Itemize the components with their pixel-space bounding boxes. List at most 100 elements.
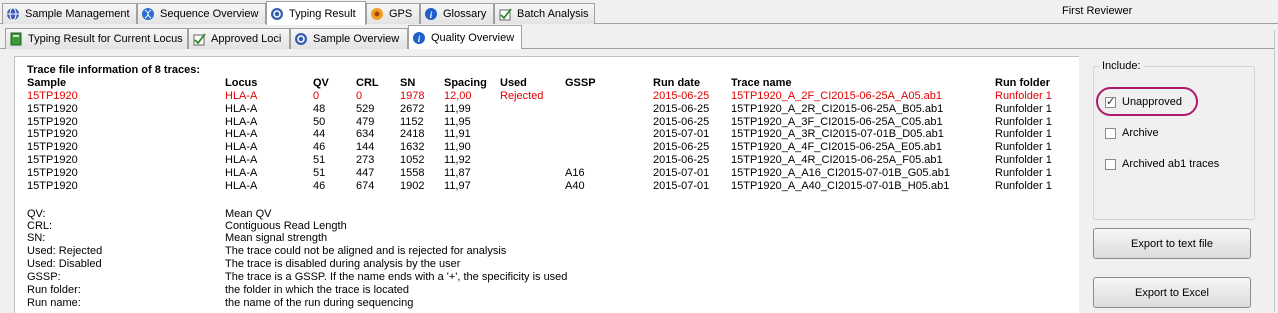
tab-label: Batch Analysis [517, 8, 589, 20]
cell-trace-name: 15TP1920_A_4F_CI2015-06-25A_E05.ab1 [731, 141, 942, 154]
cell-trace-name: 15TP1920_A_3F_CI2015-06-25A_C05.ab1 [731, 115, 943, 128]
cell-run-folder: Runfolder 1 [995, 115, 1052, 128]
cell-used: Rejected [500, 90, 544, 102]
export-text-button[interactable]: Export to text file [1093, 228, 1251, 259]
trace-info-heading: Trace file information of 8 traces: [27, 64, 200, 76]
legend-value: Mean signal strength [225, 232, 328, 244]
archived-ab1-checkbox[interactable]: Archived ab1 traces [1105, 158, 1219, 170]
cell-qv: 46 [313, 141, 326, 154]
cell-spacing: 12,00 [444, 90, 472, 102]
tab-label: GPS [389, 8, 413, 20]
tab-label: Approved Loci [211, 33, 282, 45]
cell-run-date: 2015-07-01 [653, 128, 710, 141]
cell-qv: 51 [313, 154, 326, 166]
include-label: Include: [1100, 60, 1143, 72]
cell-locus: HLA-A [225, 179, 258, 192]
col-locus: Locus [225, 77, 258, 89]
unapproved-checkbox[interactable]: Unapproved [1105, 95, 1182, 108]
legend-key: Run name: [27, 297, 81, 309]
tab-label: Typing Result [289, 7, 356, 20]
cell-crl: 529 [356, 102, 375, 115]
cell-run-folder: Runfolder 1 [995, 166, 1052, 179]
checklist-icon [499, 8, 512, 21]
cell-crl: 0 [356, 90, 363, 102]
cell-run-date: 2015-07-01 [653, 166, 710, 179]
cell-run-date: 2015-06-25 [653, 141, 710, 154]
info-icon: i [413, 31, 425, 44]
col-trace-name: Trace name [731, 77, 792, 89]
tab-approved-loci[interactable]: Approved Loci [188, 28, 290, 49]
cell-crl: 144 [356, 141, 375, 154]
checkbox-label: Unapproved [1122, 96, 1182, 108]
cell-qv: 51 [313, 166, 326, 179]
scrollbar-edge [1274, 30, 1278, 312]
checkbox-box[interactable] [1105, 158, 1116, 170]
tab-label: Glossary [443, 8, 487, 20]
tab-sequence-overview[interactable]: Sequence Overview [137, 3, 266, 24]
cell-sample: 15TP1920 [27, 115, 78, 128]
cell-run-date: 2015-06-25 [653, 90, 710, 102]
cell-sn: 1152 [400, 115, 424, 128]
gps-icon [371, 8, 383, 20]
cell-sample: 15TP1920 [27, 90, 78, 102]
cell-crl: 634 [356, 128, 375, 141]
tab-batch-analysis[interactable]: Batch Analysis [494, 3, 595, 24]
tab-label: Sample Management [25, 8, 130, 20]
col-qv: QV [313, 77, 329, 89]
tab-glossary[interactable]: i Glossary [420, 3, 494, 24]
cell-locus: HLA-A [225, 90, 258, 102]
cell-crl: 447 [356, 166, 375, 179]
cell-run-folder: Runfolder 1 [995, 141, 1052, 154]
cell-spacing: 11,95 [444, 115, 471, 128]
col-spacing: Spacing [444, 77, 487, 89]
cell-spacing: 11,92 [444, 154, 471, 166]
cell-spacing: 11,91 [444, 128, 471, 141]
cell-qv: 44 [313, 128, 326, 141]
legend-key: GSSP: [27, 271, 61, 283]
main-tab-bar: Sample Management Sequence Overview Typi… [0, 0, 1278, 25]
cell-sample: 15TP1920 [27, 128, 78, 141]
cell-sample: 15TP1920 [27, 154, 78, 166]
cell-run-folder: Runfolder 1 [995, 128, 1052, 141]
sub-tab-bar: Typing Result for Current Locus Approved… [0, 24, 1278, 49]
cell-trace-name: 15TP1920_A_2R_CI2015-06-25A_B05.ab1 [731, 102, 944, 115]
dna-icon [142, 8, 154, 20]
cell-locus: HLA-A [225, 154, 258, 166]
checkbox-label: Archive [1122, 127, 1159, 139]
cell-locus: HLA-A [225, 166, 258, 179]
cell-qv: 46 [313, 179, 326, 192]
legend-value: The trace is disabled during analysis by… [225, 258, 461, 270]
col-crl: CRL [356, 77, 379, 89]
cell-trace-name: 15TP1920_A_4R_CI2015-06-25A_F05.ab1 [731, 154, 943, 166]
cell-crl: 674 [356, 179, 375, 192]
legend-value: the name of the run during sequencing [225, 297, 414, 309]
cell-locus: HLA-A [225, 102, 258, 115]
checkbox-box[interactable] [1105, 95, 1116, 108]
tab-gps[interactable]: GPS [366, 3, 420, 24]
cell-spacing: 11,97 [444, 179, 471, 192]
cell-sn: 1632 [400, 141, 425, 154]
cell-run-date: 2015-06-25 [653, 154, 710, 166]
tab-label: Sequence Overview [160, 8, 259, 20]
col-gssp: GSSP [565, 77, 596, 89]
tab-sample-management[interactable]: Sample Management [2, 3, 137, 24]
cell-locus: HLA-A [225, 115, 258, 128]
tab-label: Quality Overview [431, 31, 515, 44]
tab-quality-overview[interactable]: i Quality Overview [408, 25, 522, 49]
cell-gssp: A16 [565, 166, 585, 179]
checklist-icon [193, 33, 206, 46]
cell-qv: 0 [313, 90, 320, 102]
cell-sn: 2418 [400, 128, 425, 141]
reviewer-label: First Reviewer [1062, 5, 1133, 17]
cell-trace-name: 15TP1920_A_3R_CI2015-07-01B_D05.ab1 [731, 128, 944, 141]
dna-ring-icon [271, 7, 283, 20]
cell-trace-name: 15TP1920_A_2F_CI2015-06-25A_A05.ab1 [731, 90, 942, 102]
checkbox-box[interactable] [1105, 127, 1116, 139]
export-excel-button[interactable]: Export to Excel [1093, 277, 1251, 308]
tab-sample-overview[interactable]: Sample Overview [290, 28, 408, 49]
tab-label: Sample Overview [313, 33, 400, 45]
tab-typing-result[interactable]: Typing Result [266, 1, 366, 25]
cell-run-date: 2015-06-25 [653, 102, 710, 115]
tab-typing-result-current-locus[interactable]: Typing Result for Current Locus [5, 28, 188, 49]
archive-checkbox[interactable]: Archive [1105, 127, 1159, 139]
